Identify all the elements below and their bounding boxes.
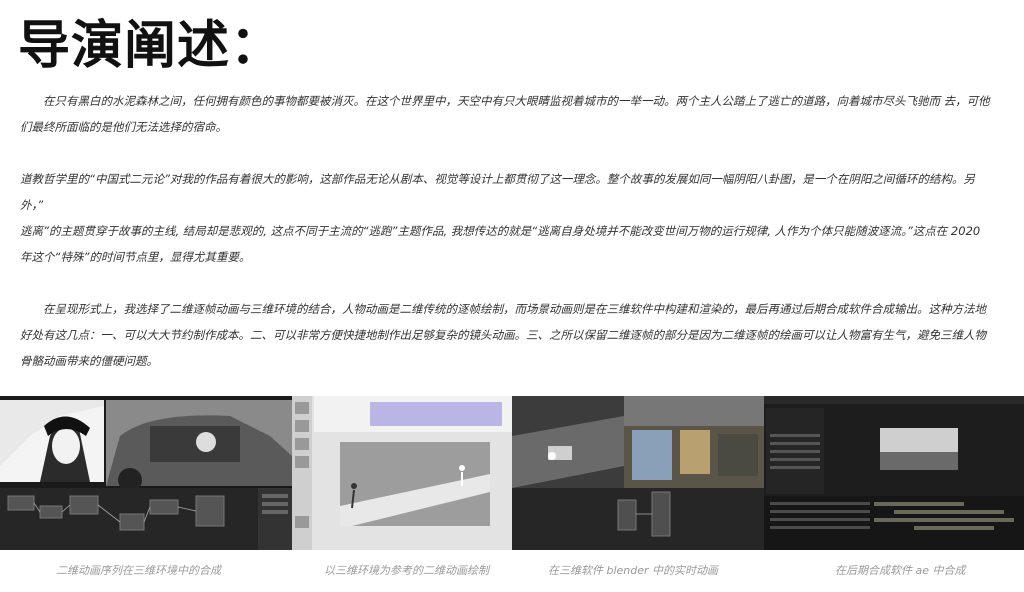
caption-ae: 在后期合成软件 ae 中合成 — [835, 564, 966, 577]
panel-ae — [764, 396, 1024, 550]
ae-illustration — [764, 396, 1024, 550]
panel-composite — [0, 396, 292, 550]
paragraph-philosophy: 道教哲学里的“中国式二元论”对我的作品有着很大的影响，这部作品无论从剧本、视觉等… — [20, 172, 975, 212]
drawing-illustration — [292, 396, 512, 550]
panel-blender — [512, 396, 764, 550]
paragraph-story: 在只有黑白的水泥森林之间，任何拥有颜色的事物都要被消灭。在这个世界里中，天空中有… — [20, 94, 990, 134]
paragraph-theme: 逃离”的主题贯穿于故事的主线, 结局却是悲观的, 这点不同于主流的“逃跑”主题作… — [20, 224, 981, 264]
blender-illustration — [512, 396, 764, 550]
caption-composite: 二维动画序列在三维环境中的合成 — [56, 564, 221, 577]
caption-blender: 在三维软件 blender 中的实时动画 — [548, 564, 719, 577]
composite-illustration — [0, 396, 292, 550]
caption-drawing: 以三维环境为参考的二维动画绘制 — [324, 564, 489, 577]
paragraph-technique: 在呈现形式上，我选择了二维逐帧动画与三维环境的结合，人物动画是二维传统的逐帧绘制… — [20, 302, 986, 368]
screenshot-strip — [0, 396, 1024, 550]
panel-drawing — [292, 396, 512, 550]
page-title: 导演阐述： — [18, 16, 284, 76]
